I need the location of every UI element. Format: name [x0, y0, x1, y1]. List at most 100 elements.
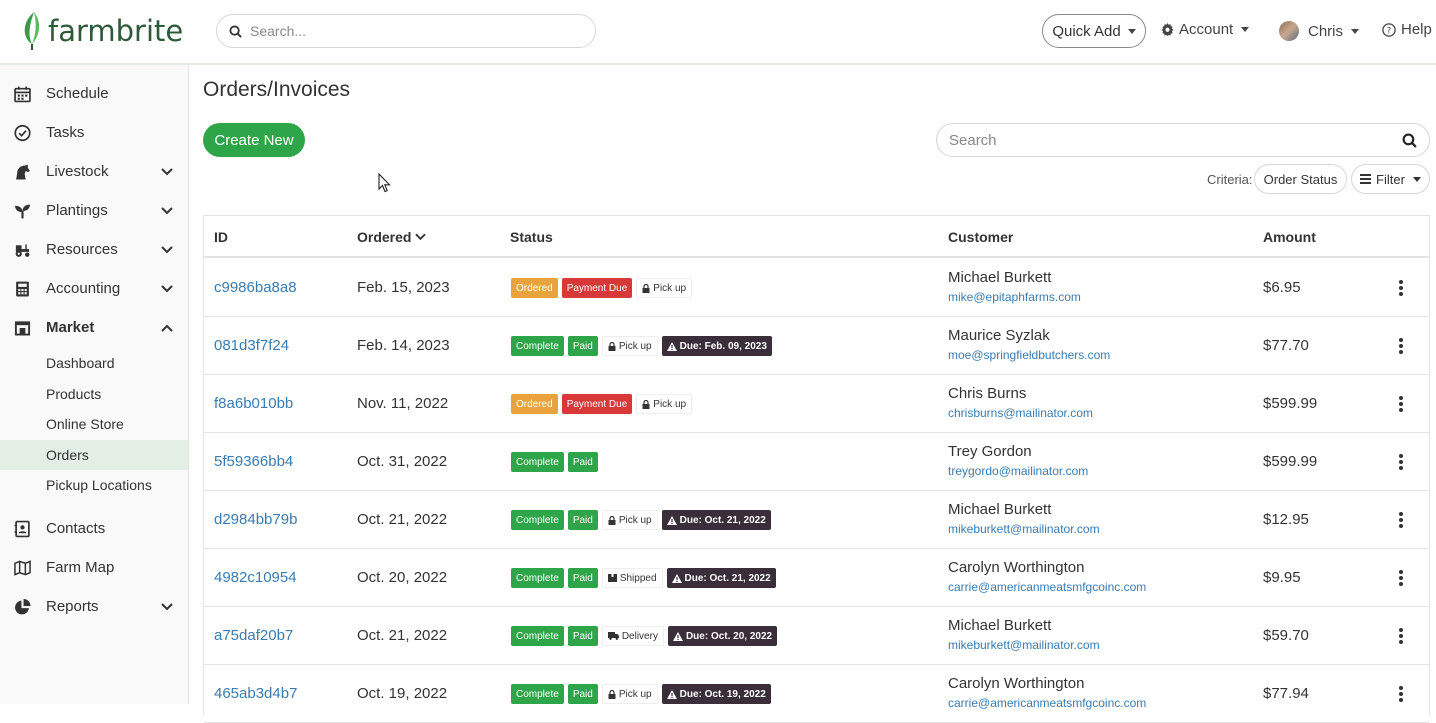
order-id-link[interactable]: 4982c10954: [214, 569, 297, 586]
fulfillment-label: Pick up: [618, 340, 652, 352]
global-search[interactable]: [216, 14, 596, 48]
order-date: Feb. 14, 2023: [357, 337, 450, 354]
table-row[interactable]: f8a6b010bb Nov. 11, 2022 Ordered Payment Du…: [204, 375, 1429, 433]
customer-cell: Michael Burkett mike@epitaphfarms.com: [948, 269, 1081, 304]
table-row[interactable]: 081d3f7f24 Feb. 14, 2023 Complete Paid Pick …: [204, 317, 1429, 375]
row-actions-kebab-icon[interactable]: [1397, 337, 1405, 355]
row-actions-kebab-icon[interactable]: [1397, 395, 1405, 413]
payment-status-badge: Paid: [567, 626, 598, 646]
customer-email-link[interactable]: mikeburkett@mailinator.com: [948, 638, 1100, 652]
row-actions-kebab-icon[interactable]: [1397, 569, 1405, 587]
sidebar-subitem-pickup-locations[interactable]: Pickup Locations: [0, 470, 188, 500]
create-new-button[interactable]: Create New: [203, 123, 305, 157]
status-cell: Ordered Payment Due Pick up: [511, 278, 693, 298]
row-actions-kebab-icon[interactable]: [1397, 453, 1405, 471]
row-actions-kebab-icon[interactable]: [1397, 279, 1405, 297]
customer-cell: Chris Burns chrisburns@mailinator.com: [948, 385, 1093, 420]
quick-add-button[interactable]: Quick Add: [1042, 14, 1146, 48]
order-amount: $59.70: [1263, 627, 1309, 644]
order-status-badge: Complete: [511, 336, 564, 356]
mouse-cursor-icon: [378, 173, 391, 193]
order-id-link[interactable]: c9986ba8a8: [214, 279, 297, 296]
farmbrite-logo[interactable]: farmbrite: [20, 10, 183, 52]
orders-table: ID Ordered Status Customer Amount c9986b…: [203, 215, 1430, 723]
order-amount: $77.70: [1263, 337, 1309, 354]
fulfillment-badge: Pick up: [636, 278, 693, 298]
user-menu[interactable]: Chris: [1279, 21, 1360, 41]
sidebar-item-label: Livestock: [46, 163, 109, 180]
sidebar-item-farm-map[interactable]: Farm Map: [0, 548, 188, 587]
sidebar-item-market[interactable]: Market: [0, 308, 188, 347]
payment-status-badge: Paid: [567, 336, 598, 356]
row-actions-kebab-icon[interactable]: [1397, 685, 1405, 703]
sidebar-item-plantings[interactable]: Plantings: [0, 191, 188, 230]
order-id-link[interactable]: f8a6b010bb: [214, 395, 293, 412]
sort-desc-icon: [415, 233, 427, 241]
table-row[interactable]: 465ab3d4b7 Oct. 19, 2022 Complete Paid Pick …: [204, 665, 1429, 723]
sidebar-item-schedule[interactable]: Schedule: [0, 74, 188, 113]
order-id-link[interactable]: 5f59366bb4: [214, 453, 293, 470]
column-header-status[interactable]: Status: [510, 229, 553, 245]
check-circle-icon: [14, 124, 31, 141]
order-id-link[interactable]: 081d3f7f24: [214, 337, 289, 354]
due-date-badge: Due: Oct. 21, 2022: [661, 510, 771, 530]
row-actions-kebab-icon[interactable]: [1397, 627, 1405, 645]
sidebar-item-contacts[interactable]: Contacts: [0, 509, 188, 548]
column-header-amount[interactable]: Amount: [1263, 229, 1316, 245]
criteria-label: Criteria:: [1207, 172, 1253, 187]
help-link[interactable]: ? Help: [1382, 21, 1432, 38]
chevron-down-icon: [161, 602, 173, 610]
sidebar-item-livestock[interactable]: Livestock: [0, 152, 188, 191]
sidebar-subitem-dashboard[interactable]: Dashboard: [0, 348, 188, 378]
sidebar-item-resources[interactable]: Resources: [0, 230, 188, 269]
table-row[interactable]: c9986ba8a8 Feb. 15, 2023 Ordered Payment Du…: [204, 259, 1429, 317]
top-header: farmbrite Quick Add Account Chris ? Help: [0, 0, 1436, 65]
lock-icon: [642, 283, 650, 293]
sidebar-item-tasks[interactable]: Tasks: [0, 113, 188, 152]
customer-email-link[interactable]: carrie@americanmeatsmfgcoinc.com: [948, 696, 1146, 710]
table-row[interactable]: a75daf20b7 Oct. 21, 2022 Complete Paid Deliv…: [204, 607, 1429, 665]
column-header-ordered[interactable]: Ordered: [357, 229, 427, 245]
column-header-customer[interactable]: Customer: [948, 229, 1013, 245]
order-id-link[interactable]: 465ab3d4b7: [214, 685, 297, 702]
due-date-badge: Due: Oct. 21, 2022: [666, 568, 776, 588]
order-status-badge: Complete: [511, 568, 564, 588]
fulfillment-badge: Shipped: [601, 568, 663, 588]
row-actions-kebab-icon[interactable]: [1397, 511, 1405, 529]
customer-email-link[interactable]: mikeburkett@mailinator.com: [948, 522, 1100, 536]
page-title: Orders/Invoices: [203, 78, 351, 101]
orders-search-input[interactable]: [949, 131, 1389, 149]
fulfillment-label: Pick up: [618, 514, 652, 526]
filter-button[interactable]: Filter: [1351, 164, 1430, 194]
customer-email-link[interactable]: mike@epitaphfarms.com: [948, 290, 1081, 304]
customer-email-link[interactable]: chrisburns@mailinator.com: [948, 406, 1093, 420]
global-search-input[interactable]: [250, 23, 570, 39]
order-date: Oct. 21, 2022: [357, 627, 448, 644]
filter-lines-icon: [1360, 174, 1372, 184]
customer-email-link[interactable]: carrie@americanmeatsmfgcoinc.com: [948, 580, 1146, 594]
orders-search[interactable]: [936, 123, 1430, 157]
customer-email-link[interactable]: moe@springfieldbutchers.com: [948, 348, 1110, 362]
horse-icon: [16, 164, 30, 179]
sidebar-item-label: Farm Map: [46, 559, 115, 576]
chevron-down-icon: [1127, 28, 1136, 34]
column-header-id[interactable]: ID: [214, 229, 228, 245]
order-id-link[interactable]: a75daf20b7: [214, 627, 293, 644]
sidebar-item-label: Resources: [46, 241, 118, 258]
order-status-filter[interactable]: Order Status: [1254, 164, 1347, 194]
payment-status-badge: Paid: [567, 510, 598, 530]
table-row[interactable]: d2984bb79b Oct. 21, 2022 Complete Paid Pick …: [204, 491, 1429, 549]
table-row[interactable]: 5f59366bb4 Oct. 31, 2022 Complete Paid Trey …: [204, 433, 1429, 491]
customer-name: Maurice Syzlak: [948, 327, 1050, 344]
sidebar-item-reports[interactable]: Reports: [0, 587, 188, 626]
sidebar-subitem-products[interactable]: Products: [0, 379, 188, 409]
sidebar-subitem-orders[interactable]: Orders: [0, 440, 188, 470]
customer-email-link[interactable]: treygordo@mailinator.com: [948, 464, 1088, 478]
search-icon[interactable]: [1402, 133, 1417, 148]
account-menu[interactable]: Account: [1161, 21, 1250, 38]
sidebar-item-accounting[interactable]: Accounting: [0, 269, 188, 308]
table-row[interactable]: 4982c10954 Oct. 20, 2022 Complete Paid Shipp…: [204, 549, 1429, 607]
sidebar-subitem-label: Online Store: [46, 416, 124, 432]
sidebar-subitem-online-store[interactable]: Online Store: [0, 409, 188, 439]
order-id-link[interactable]: d2984bb79b: [214, 511, 297, 528]
